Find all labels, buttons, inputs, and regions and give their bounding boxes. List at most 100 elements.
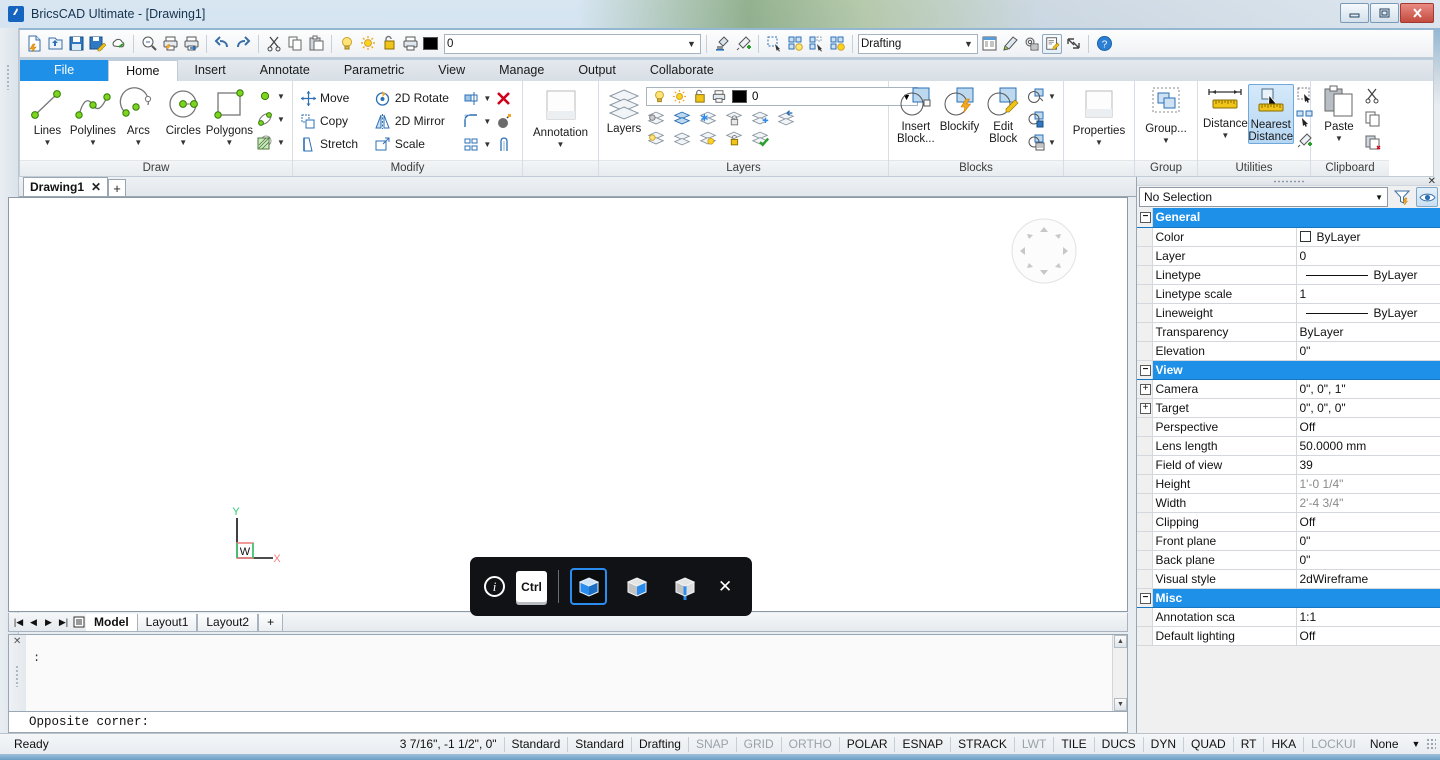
save-block-button[interactable]: [1026, 108, 1058, 130]
add-layout-button[interactable]: +: [258, 614, 283, 631]
draw-arcs-button[interactable]: Arcs ▼: [116, 85, 161, 147]
layer-merge-icon[interactable]: [672, 128, 692, 148]
chevron-down-icon[interactable]: ▼: [1335, 134, 1343, 143]
restore-icon[interactable]: [1063, 34, 1083, 54]
layer-current-icon[interactable]: [750, 128, 770, 148]
draw-hatch-button[interactable]: ▼: [255, 131, 287, 153]
filter-icon[interactable]: [1391, 187, 1413, 207]
scro ll-down-icon[interactable]: ▼: [1114, 698, 1127, 711]
close-icon[interactable]: ✕: [13, 636, 21, 647]
table-row[interactable]: Lineweight ByLayer: [1137, 303, 1440, 322]
property-value[interactable]: ByLayer: [1296, 303, 1440, 322]
status-item-quad[interactable]: QUAD: [1183, 737, 1233, 752]
property-value[interactable]: 0": [1296, 341, 1440, 360]
color-picker-icon[interactable]: [733, 34, 753, 54]
batch-print-icon[interactable]: [181, 34, 201, 54]
undo-icon[interactable]: [212, 34, 232, 54]
status-item-rt[interactable]: RT: [1233, 737, 1264, 752]
expand-icon[interactable]: +: [1140, 403, 1151, 414]
help-icon[interactable]: ?: [1094, 34, 1114, 54]
plot-preview-icon[interactable]: [139, 34, 159, 54]
property-value[interactable]: 1:1: [1296, 607, 1440, 626]
table-row[interactable]: + Camera 0", 0", 1": [1137, 379, 1440, 398]
snap-light-icon[interactable]: [827, 34, 847, 54]
chevron-down-icon[interactable]: ▼: [225, 138, 233, 147]
print-icon[interactable]: [160, 34, 180, 54]
ribbon-tab-insert[interactable]: Insert: [178, 60, 243, 81]
chevron-down-icon[interactable]: ▼: [1406, 739, 1427, 749]
eye-icon[interactable]: [1416, 187, 1438, 207]
status-item-esnap[interactable]: ESNAP: [894, 737, 950, 752]
layer-unisolate-icon[interactable]: [698, 128, 718, 148]
last-tab-icon[interactable]: ▶|: [56, 615, 71, 630]
table-row[interactable]: Lens length 50.0000 mm: [1137, 436, 1440, 455]
chevron-down-icon[interactable]: ▼: [43, 138, 51, 147]
close-icon[interactable]: ✕: [718, 577, 732, 597]
ribbon-layer-combo[interactable]: 0 ▼: [646, 87, 918, 106]
save-icon[interactable]: [66, 34, 86, 54]
property-value[interactable]: 0": [1296, 550, 1440, 569]
expand-icon[interactable]: +: [1140, 384, 1151, 395]
collapse-icon[interactable]: −: [1140, 212, 1151, 223]
tab-model[interactable]: Model: [86, 614, 137, 631]
chevron-down-icon[interactable]: ▼: [481, 140, 493, 149]
tab-layout1[interactable]: Layout1: [137, 614, 198, 631]
layer-on-icon[interactable]: [649, 87, 669, 107]
status-coordinates[interactable]: 3 7/16", -1 1/2", 0": [393, 737, 504, 752]
ribbon-tab-collaborate[interactable]: Collaborate: [633, 60, 731, 81]
ribbon-tab-parametric[interactable]: Parametric: [327, 60, 421, 81]
status-item-lockui[interactable]: LOCKUI: [1303, 737, 1363, 752]
layer-freeze-icon[interactable]: [698, 108, 718, 128]
table-row[interactable]: Perspective Off: [1137, 417, 1440, 436]
status-item-snap[interactable]: SNAP: [688, 737, 736, 752]
property-value[interactable]: 1: [1296, 284, 1440, 303]
layer-lock-icon[interactable]: [689, 87, 709, 107]
modify-array-button[interactable]: ▼: [461, 133, 517, 155]
draw-circles-button[interactable]: Circles ▼: [161, 85, 206, 147]
table-row[interactable]: Linetype scale 1: [1137, 284, 1440, 303]
layer-lock-tool-icon[interactable]: [724, 108, 744, 128]
maximize-button[interactable]: [1370, 3, 1399, 23]
modify-mirror2d-button[interactable]: 2D Mirror: [373, 110, 461, 132]
property-value[interactable]: 0", 0", 0": [1296, 398, 1440, 417]
chevron-down-icon[interactable]: ▼: [275, 138, 287, 147]
property-value[interactable]: ByLayer: [1296, 322, 1440, 341]
paste-icon[interactable]: [306, 34, 326, 54]
annotation-edit-icon[interactable]: [1042, 34, 1062, 54]
status-item-standard-2[interactable]: Standard: [567, 737, 631, 752]
chevron-down-icon[interactable]: ▼: [89, 138, 97, 147]
layer-isolate-icon[interactable]: [672, 108, 692, 128]
redo-icon[interactable]: [233, 34, 253, 54]
match-properties-icon[interactable]: [712, 34, 732, 54]
chevron-down-icon[interactable]: ▼: [1162, 136, 1170, 145]
close-icon[interactable]: ✕: [1428, 176, 1436, 187]
draw-polylines-button[interactable]: Polylines ▼: [70, 85, 116, 147]
status-item-lwt[interactable]: LWT: [1014, 737, 1053, 752]
chevron-down-icon[interactable]: ▼: [1375, 193, 1383, 202]
open-drawing-icon[interactable]: [45, 34, 65, 54]
resize-grip[interactable]: [1426, 738, 1436, 750]
distance-button[interactable]: Distance ▼: [1203, 84, 1248, 140]
chevron-down-icon[interactable]: ▼: [685, 39, 698, 49]
snap-settings-icon[interactable]: [785, 34, 805, 54]
property-value[interactable]: 50.0000 mm: [1296, 436, 1440, 455]
command-scrollbar[interactable]: ▲ ▼: [1112, 635, 1127, 711]
chevron-down-icon[interactable]: ▼: [275, 92, 287, 101]
snap-cursor-icon[interactable]: [806, 34, 826, 54]
table-row[interactable]: Front plane 0": [1137, 531, 1440, 550]
layers-button[interactable]: Layers: [604, 87, 644, 135]
modify-rotate2d-button[interactable]: 2D Rotate: [373, 87, 461, 109]
property-value[interactable]: Off: [1296, 417, 1440, 436]
status-item-ortho[interactable]: ORTHO: [781, 737, 839, 752]
tab-layout2[interactable]: Layout2: [197, 614, 258, 631]
chevron-down-icon[interactable]: ▼: [481, 117, 493, 126]
chevron-down-icon[interactable]: ▼: [1046, 138, 1058, 147]
group-button[interactable]: Group... ▼: [1140, 85, 1192, 145]
modify-trim-button[interactable]: ▼: [461, 87, 517, 109]
info-icon[interactable]: i: [484, 576, 505, 597]
edge-cube-icon[interactable]: [666, 568, 703, 605]
table-row[interactable]: Transparency ByLayer: [1137, 322, 1440, 341]
draw-point-button[interactable]: ▼: [255, 85, 287, 107]
table-row[interactable]: Default lighting Off: [1137, 626, 1440, 645]
table-row[interactable]: Height 1'-0 1/4": [1137, 474, 1440, 493]
